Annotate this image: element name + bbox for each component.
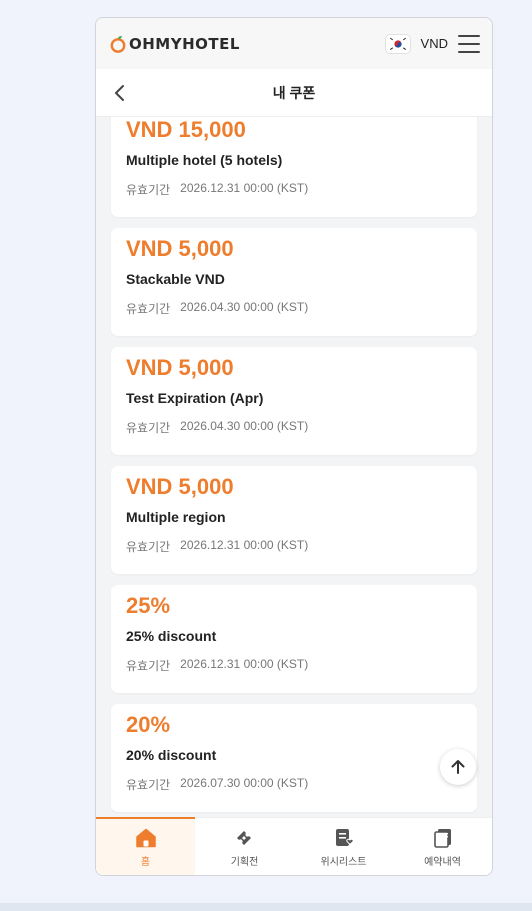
coupon-amount: 20%	[126, 712, 171, 737]
coupon-name: Multiple region	[126, 509, 226, 525]
nav-wishlist[interactable]: 위시리스트	[294, 818, 393, 875]
validity-label: 유효기간	[126, 302, 171, 316]
hamburger-menu-icon[interactable]	[458, 34, 480, 53]
coupon-card[interactable]: VND 15,000 Multiple hotel (5 hotels) 유효기…	[111, 117, 477, 217]
logo-icon	[110, 35, 126, 53]
page-title: 내 쿠폰	[272, 84, 316, 101]
coupon-name: 20% discount	[126, 747, 217, 763]
coupon-card[interactable]: VND 5,000 Multiple region 유효기간 2026.12.3…	[111, 466, 477, 574]
taskbar-strip	[0, 903, 532, 911]
coupon-amount: VND 15,000	[126, 117, 246, 142]
coupon-name: Stackable VND	[126, 271, 225, 287]
validity-label: 유효기간	[126, 183, 171, 197]
back-arrow-icon[interactable]	[110, 83, 130, 103]
logo[interactable]: OHMYHOTEL	[110, 35, 240, 53]
bottom-navigation: 홈 기획전 위시리스트 예약내역	[96, 817, 492, 875]
coupon-validity: 유효기간 2026.12.31 00:00 (KST)	[126, 657, 308, 674]
nav-label: 위시리스트	[320, 856, 367, 868]
coupon-card[interactable]: VND 5,000 Test Expiration (Apr) 유효기간 202…	[111, 347, 477, 455]
home-icon	[135, 828, 156, 847]
validity-date: 2026.12.31 00:00 (KST)	[180, 538, 309, 552]
coupon-card[interactable]: 25% 25% discount 유효기간 2026.12.31 00:00 (…	[111, 585, 477, 693]
coupon-amount: VND 5,000	[126, 474, 234, 499]
nav-promotions[interactable]: 기획전	[195, 818, 294, 875]
coupon-card[interactable]: VND 5,000 Stackable VND 유효기간 2026.04.30 …	[111, 228, 477, 336]
validity-label: 유효기간	[126, 421, 171, 435]
nav-home[interactable]: 홈	[96, 817, 195, 875]
coupon-name: Test Expiration (Apr)	[126, 390, 264, 406]
nav-label: 홈	[140, 856, 151, 868]
validity-date: 2026.07.30 00:00 (KST)	[180, 776, 309, 790]
scroll-to-top-button[interactable]	[440, 749, 476, 785]
coupon-validity: 유효기간 2026.12.31 00:00 (KST)	[126, 181, 308, 198]
coupon-validity: 유효기간 2026.12.31 00:00 (KST)	[126, 538, 308, 555]
coupon-amount: VND 5,000	[126, 355, 234, 380]
validity-label: 유효기간	[126, 540, 171, 554]
validity-date: 2026.04.30 00:00 (KST)	[180, 419, 309, 433]
currency-selector[interactable]: VND	[421, 36, 448, 51]
ticket-icon	[236, 830, 251, 845]
wishlist-icon	[335, 828, 354, 846]
nav-label: 예약내역	[424, 856, 461, 868]
coupon-validity: 유효기간 2026.07.30 00:00 (KST)	[126, 776, 308, 793]
coupon-validity: 유효기간 2026.04.30 00:00 (KST)	[126, 300, 308, 317]
arrow-up-icon	[451, 760, 465, 774]
nav-reservations[interactable]: 예약내역	[393, 818, 492, 875]
top-bar: OHMYHOTEL VND	[96, 18, 492, 69]
validity-date: 2026.12.31 00:00 (KST)	[180, 657, 309, 671]
coupon-list[interactable]: VND 15,000 Multiple hotel (5 hotels) 유효기…	[96, 117, 492, 817]
coupon-validity: 유효기간 2026.04.30 00:00 (KST)	[126, 419, 308, 436]
coupon-card[interactable]: 20% 20% discount 유효기간 2026.07.30 00:00 (…	[111, 704, 477, 812]
coupon-amount: VND 5,000	[126, 236, 234, 261]
logo-text: OHMYHOTEL	[129, 34, 240, 53]
validity-label: 유효기간	[126, 659, 171, 673]
coupon-name: 25% discount	[126, 628, 217, 644]
coupon-name: Multiple hotel (5 hotels)	[126, 152, 283, 168]
nav-label: 기획전	[230, 856, 259, 868]
coupon-amount: 25%	[126, 593, 171, 618]
korea-flag-icon[interactable]	[384, 33, 411, 54]
app-window: OHMYHOTEL VND 내 쿠폰 VND 15,000 Multiple h…	[95, 17, 493, 876]
page-header: 내 쿠폰	[96, 69, 492, 117]
reservations-icon	[433, 828, 451, 848]
validity-label: 유효기간	[126, 778, 171, 792]
validity-date: 2026.12.31 00:00 (KST)	[180, 181, 309, 195]
validity-date: 2026.04.30 00:00 (KST)	[180, 300, 309, 314]
